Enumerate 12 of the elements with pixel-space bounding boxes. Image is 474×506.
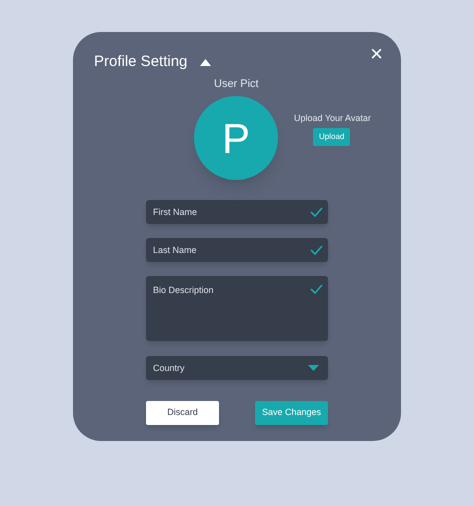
avatar-label: User Pict [214, 77, 259, 92]
avatar: P [194, 96, 278, 180]
close-button[interactable]: × [370, 42, 383, 66]
upload-label: Upload Your Avatar [294, 112, 371, 125]
caret-icon[interactable] [200, 58, 212, 66]
bio-textarea[interactable]: Bio Description [146, 276, 328, 341]
dialog-title: Profile Setting [94, 52, 188, 72]
discard-button[interactable]: Discard [146, 401, 219, 425]
input-field[interactable]: First Name [146, 200, 328, 224]
country-dropdown[interactable]: Country [146, 356, 328, 380]
dropdown-arrow-icon[interactable] [308, 365, 319, 371]
input-field[interactable]: Last Name [146, 238, 328, 262]
